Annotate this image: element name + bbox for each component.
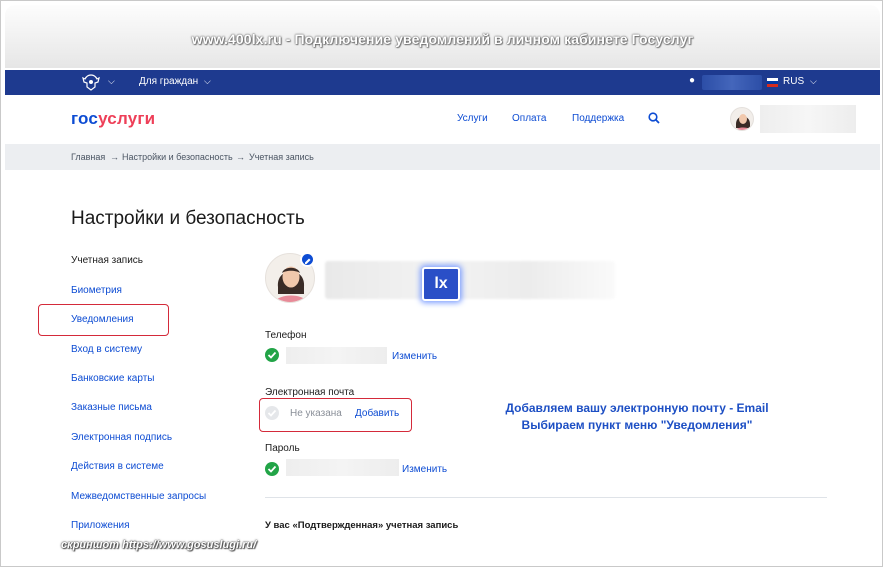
sidebar-item-login[interactable]: Вход в систему [71, 344, 142, 355]
nav-services[interactable]: Услуги [457, 113, 488, 124]
russia-flag-icon [767, 78, 778, 87]
audience-chevron-down-icon[interactable]: ⌵ [204, 76, 211, 87]
language-selector[interactable]: RUS [783, 76, 804, 87]
edit-avatar-button[interactable] [300, 252, 315, 267]
sidebar-item-apps[interactable]: Приложения [71, 520, 130, 531]
user-name-blurred[interactable] [760, 105, 856, 133]
banner-title: www.400lx.ru - Подключение уведомлений в… [191, 31, 694, 47]
sidebar-item-digital-signature[interactable]: Электронная подпись [71, 432, 172, 443]
full-name-blurred [325, 261, 615, 299]
location-pin-icon[interactable]: ● [689, 75, 695, 86]
page-title: Настройки и безопасность [71, 208, 305, 229]
top-bar: ⌵ Для граждан ⌵ ● RUS ⌵ [5, 70, 880, 95]
nav-support[interactable]: Поддержка [572, 113, 624, 124]
screenshot-credit: скриншот https://www.gosuslugi.ru/ [61, 539, 257, 551]
email-label: Электронная почта [265, 387, 355, 398]
watermark-logo: lx [422, 267, 460, 301]
highlight-email [259, 398, 412, 432]
phone-label: Телефон [265, 330, 307, 341]
breadcrumb-home[interactable]: Главная [71, 152, 105, 162]
sidebar-item-account[interactable]: Учетная запись [71, 255, 143, 266]
highlight-notifications [38, 304, 169, 336]
region-chevron-down-icon[interactable]: ⌵ [108, 76, 115, 87]
section-divider [265, 497, 827, 498]
location-blurred[interactable] [702, 75, 762, 90]
logo-part-uslugi: услуги [98, 109, 156, 128]
title-banner: www.400lx.ru - Подключение уведомлений в… [5, 5, 880, 68]
audience-selector[interactable]: Для граждан [139, 76, 198, 87]
coat-of-arms-icon[interactable] [81, 73, 101, 92]
pencil-icon [305, 258, 311, 264]
logo-part-gos: гос [71, 109, 99, 128]
password-value-blurred [286, 459, 399, 476]
nav-payment[interactable]: Оплата [512, 113, 546, 124]
phone-value-blurred [286, 347, 387, 364]
language-chevron-down-icon[interactable]: ⌵ [810, 76, 817, 87]
search-icon[interactable] [647, 111, 661, 125]
sidebar-item-interagency-requests[interactable]: Межведомственные запросы [71, 491, 206, 502]
user-avatar-icon [735, 114, 751, 130]
screenshot-frame: www.400lx.ru - Подключение уведомлений в… [0, 0, 883, 567]
breadcrumb-account: Учетная запись [249, 152, 314, 162]
breadcrumb-settings[interactable]: Настройки и безопасность [122, 152, 233, 162]
annotation-line-2: Выбираем пункт меню "Уведомления" [521, 418, 753, 432]
sidebar-item-activity[interactable]: Действия в системе [71, 461, 164, 472]
gosuslugi-logo[interactable]: госуслуги [71, 109, 155, 129]
breadcrumb-separator: → [236, 152, 245, 162]
user-avatar[interactable] [730, 107, 754, 131]
password-label: Пароль [265, 443, 300, 454]
breadcrumb-separator: → [110, 152, 119, 162]
annotation-line-1: Добавляем вашу электронную почту - Email [505, 401, 769, 415]
breadcrumb: Главная → Настройки и безопасность → Уче… [5, 144, 880, 170]
sidebar-item-registered-mail[interactable]: Заказные письма [71, 402, 152, 413]
password-change-link[interactable]: Изменить [402, 464, 447, 475]
password-set-icon [265, 462, 279, 476]
site-header: госуслуги Услуги Оплата Поддержка [5, 95, 880, 144]
phone-verified-icon [265, 348, 279, 362]
phone-change-link[interactable]: Изменить [392, 351, 437, 362]
sidebar-item-biometrics[interactable]: Биометрия [71, 285, 122, 296]
sidebar-item-bank-cards[interactable]: Банковские карты [71, 373, 154, 384]
account-status-text: У вас «Подтвержденная» учетная запись [265, 520, 459, 531]
